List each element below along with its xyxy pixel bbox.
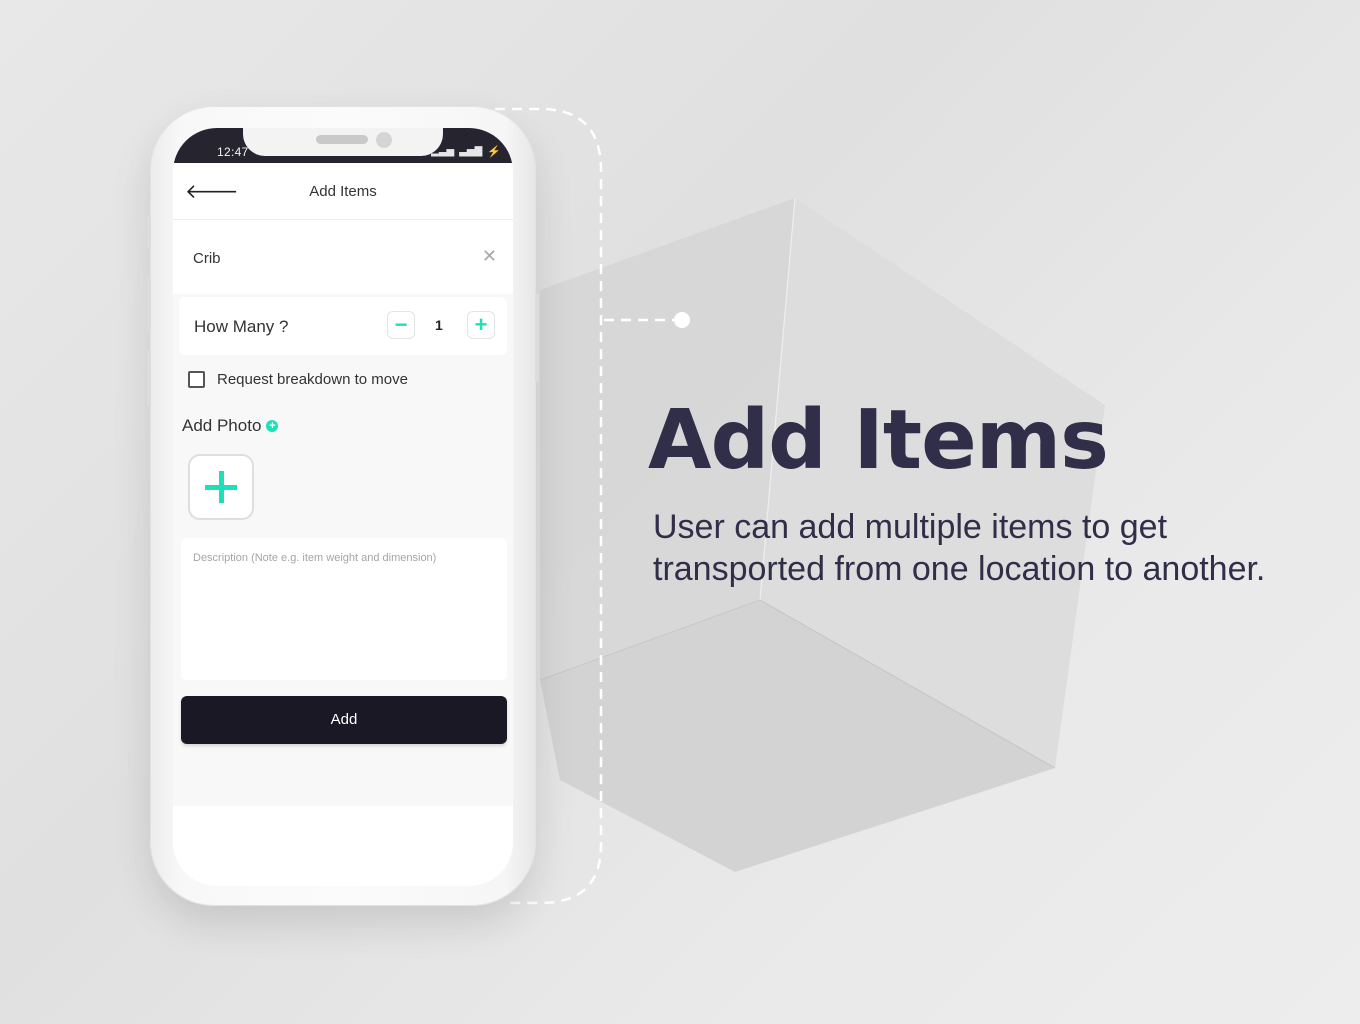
- status-time: 12:47: [217, 145, 249, 159]
- item-name-value: Crib: [193, 250, 221, 267]
- breakdown-option: Request breakdown to move: [188, 371, 408, 388]
- 4g-signal-icon: ▃▅▇: [459, 146, 483, 157]
- feature-description: User can add multiple items to get trans…: [653, 508, 1266, 588]
- breakdown-label: Request breakdown to move: [217, 371, 408, 388]
- add-photo-button[interactable]: [188, 454, 254, 520]
- app-bar: 🡐 Add Items: [173, 163, 513, 220]
- app-screen: 12:47 ✓ ⇅ ▂▃▅ ▃▅▇ ⚡ 🡐 Add Items Crib ✕ H…: [173, 128, 513, 886]
- plus-icon-bar: [205, 485, 237, 490]
- phone-volume-down: [147, 350, 151, 406]
- plus-circle-icon[interactable]: +: [266, 420, 279, 432]
- decrement-button[interactable]: −: [387, 311, 415, 339]
- add-photo-label: Add Photo: [182, 416, 262, 435]
- breakdown-checkbox[interactable]: [188, 371, 205, 388]
- add-button[interactable]: Add: [181, 696, 507, 744]
- bottom-area: [173, 806, 513, 886]
- phone-power-button: [535, 294, 539, 382]
- charging-icon: ⚡: [487, 146, 501, 158]
- phone-volume-up: [147, 276, 151, 332]
- quantity-value: 1: [435, 317, 443, 333]
- increment-button[interactable]: +: [467, 311, 495, 339]
- phone-mockup: 12:47 ✓ ⇅ ▂▃▅ ▃▅▇ ⚡ 🡐 Add Items Crib ✕ H…: [147, 106, 539, 906]
- phone-mute-switch: [147, 216, 151, 248]
- phone-camera: [376, 132, 392, 148]
- quantity-label: How Many ?: [194, 317, 289, 336]
- add-photo-header: Add Photo +: [182, 416, 279, 436]
- description-input[interactable]: [181, 538, 507, 680]
- close-icon[interactable]: ✕: [482, 246, 497, 267]
- quantity-stepper: How Many ? − 1 +: [179, 297, 507, 355]
- feature-headline: Add Items: [648, 393, 1109, 488]
- item-name-field[interactable]: Crib ✕: [173, 220, 513, 294]
- phone-speaker: [316, 135, 368, 144]
- page-title: Add Items: [309, 183, 377, 200]
